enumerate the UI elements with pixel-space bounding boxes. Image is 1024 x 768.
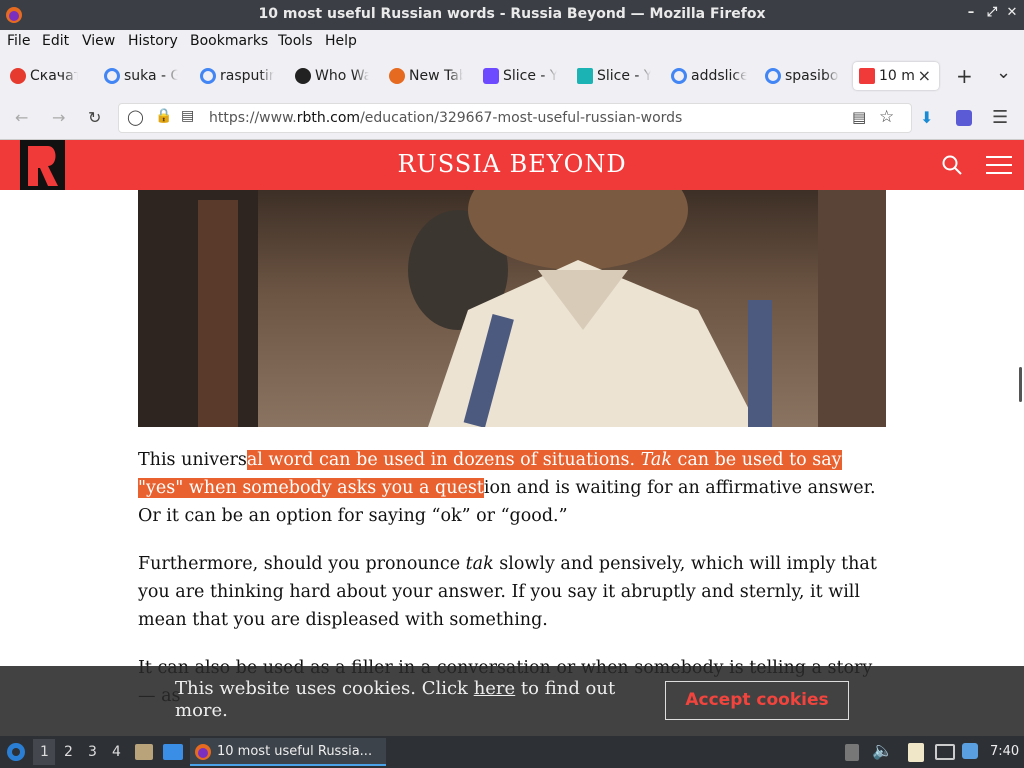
url-text[interactable]: https://www.rbth.com/education/329667-mo… <box>209 110 682 126</box>
workspace-1[interactable]: 1 <box>40 744 49 760</box>
tab[interactable]: New Tab <box>383 62 463 90</box>
url-bar[interactable]: ◯ 🔒 ▤ https://www.rbth.com/education/329… <box>118 103 912 133</box>
extension-icon[interactable] <box>956 110 972 126</box>
clock[interactable]: 7:40 <box>990 744 1019 759</box>
yandex-icon <box>10 68 26 84</box>
tab[interactable]: spasibo <box>759 62 839 90</box>
menu-help[interactable]: Help <box>325 33 357 49</box>
site-header: RUSSIA BEYOND <box>0 140 1024 190</box>
tab-active[interactable]: 10 m × <box>853 62 939 90</box>
tab[interactable]: Slice - Y <box>477 62 557 90</box>
article-paragraph: Furthermore, should you pronounce tak sl… <box>138 554 877 630</box>
taskbar: 1 2 3 4 10 most useful Russia... 🔈 7:40 <box>0 736 1024 768</box>
network-icon[interactable] <box>935 744 955 760</box>
new-tab-button[interactable]: + <box>956 64 973 88</box>
tab[interactable]: suka - G <box>98 62 178 90</box>
tab-label: 10 m <box>879 68 915 84</box>
google-icon <box>765 68 781 84</box>
cookie-banner: This website uses cookies. Click here to… <box>0 666 1024 736</box>
reload-icon[interactable]: ↻ <box>88 108 101 127</box>
tab[interactable]: addslice <box>665 62 747 90</box>
google-icon <box>104 68 120 84</box>
firefox-icon <box>195 744 211 760</box>
forward-icon[interactable]: → <box>52 108 65 127</box>
maximize-button[interactable]: ⤢ <box>983 5 1001 20</box>
menu-file[interactable]: File <box>7 33 30 49</box>
accept-cookies-button[interactable]: Accept cookies <box>665 681 849 720</box>
firefox-icon <box>389 68 405 84</box>
volume-icon[interactable]: 🔈 <box>872 741 893 761</box>
google-icon <box>200 68 216 84</box>
cookie-message: This website uses cookies. Click here to… <box>175 678 616 721</box>
menu-bookmarks[interactable]: Bookmarks <box>190 33 268 49</box>
article-content: This universal word can be used in dozen… <box>0 190 1024 736</box>
desktop-icon[interactable] <box>163 744 183 760</box>
clipboard-icon[interactable] <box>845 744 859 761</box>
article-paragraph: This universal word can be used in dozen… <box>138 450 876 526</box>
cookie-info-link[interactable]: here <box>474 678 516 699</box>
file-manager-icon[interactable] <box>135 744 153 760</box>
tab-close-icon[interactable]: × <box>918 66 931 85</box>
window-titlebar: 10 most useful Russian words - Russia Be… <box>0 0 1024 30</box>
rbth-icon <box>859 68 875 84</box>
proton-icon <box>483 68 499 84</box>
workspace-4[interactable]: 4 <box>112 744 121 760</box>
workspace-3[interactable]: 3 <box>88 744 97 760</box>
tab[interactable]: Slice - Y <box>571 62 651 90</box>
taskbar-firefox-window[interactable]: 10 most useful Russia... <box>190 738 386 766</box>
shield-icon[interactable]: ◯ <box>127 108 144 126</box>
search-icon[interactable] <box>942 155 962 175</box>
tab-list-button[interactable]: ⌄ <box>996 62 1011 83</box>
slice-icon <box>577 68 593 84</box>
minimize-button[interactable]: – <box>962 5 980 20</box>
menu-tools[interactable]: Tools <box>278 33 313 49</box>
google-icon <box>671 68 687 84</box>
menu-edit[interactable]: Edit <box>42 33 69 49</box>
tab[interactable]: rasputir <box>194 62 274 90</box>
hamburger-menu-icon[interactable] <box>986 156 1012 174</box>
page-info-icon[interactable]: ▤ <box>181 108 194 124</box>
lock-icon[interactable]: 🔒 <box>155 108 172 124</box>
nav-bar: ← → ↻ ◯ 🔒 ▤ https://www.rbth.com/educati… <box>0 98 1024 140</box>
close-window-button[interactable]: ✕ <box>1003 5 1021 20</box>
menu-view[interactable]: View <box>82 33 115 49</box>
window-title: 10 most useful Russian words - Russia Be… <box>258 6 766 22</box>
notification-icon[interactable] <box>962 743 978 759</box>
back-icon[interactable]: ← <box>15 108 28 127</box>
article-photo <box>138 190 886 427</box>
notes-icon[interactable] <box>908 743 924 762</box>
scrollbar-thumb[interactable] <box>1019 367 1022 402</box>
reader-view-icon[interactable]: ▤ <box>852 108 866 126</box>
menu-history[interactable]: History <box>128 33 178 49</box>
taskbar-app-title: 10 most useful Russia... <box>217 744 373 759</box>
menu-bar: File Edit View History Bookmarks Tools H… <box>0 30 1024 54</box>
app-menu-icon[interactable]: ☰ <box>992 107 1008 128</box>
bookmark-star-icon[interactable]: ☆ <box>879 107 894 127</box>
tab[interactable]: Скачат <box>4 62 78 90</box>
start-menu-icon[interactable] <box>6 742 26 762</box>
amazon-icon <box>295 68 311 84</box>
site-title[interactable]: RUSSIA BEYOND <box>0 150 1024 178</box>
tab-bar: Скачат suka - G rasputir Who Wa New Tab … <box>0 54 1024 98</box>
downloads-icon[interactable]: ⬇ <box>920 108 933 127</box>
tab[interactable]: Who Wa <box>289 62 369 90</box>
workspace-2[interactable]: 2 <box>64 744 73 760</box>
